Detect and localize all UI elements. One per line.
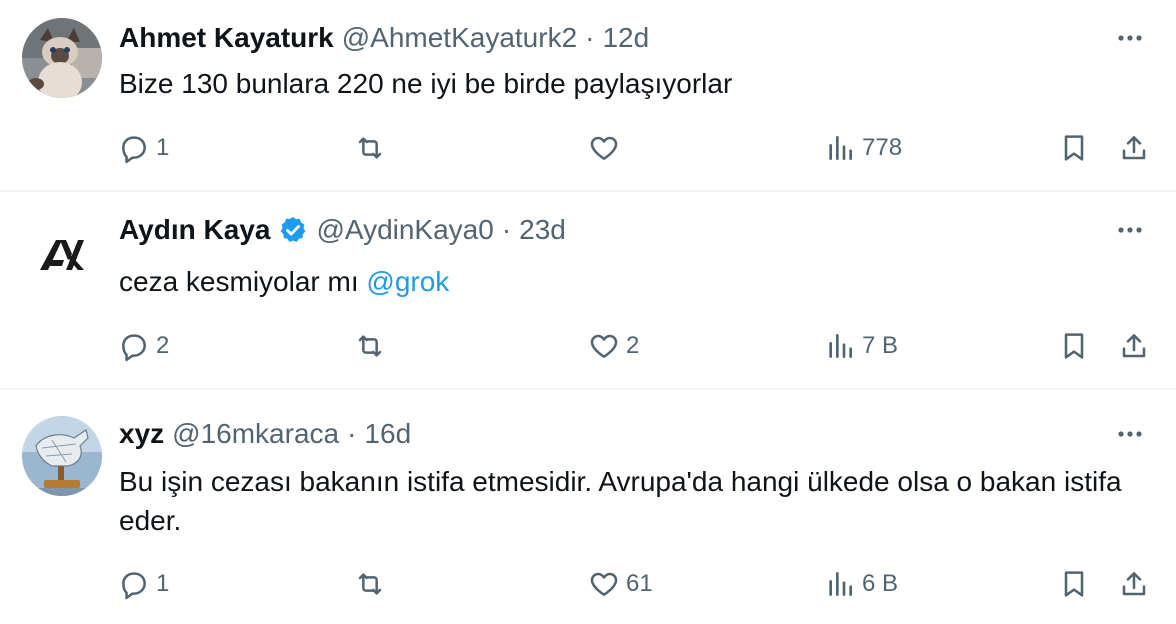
cat-avatar-icon xyxy=(22,18,102,98)
action-bar: 1 61 6 B xyxy=(0,564,1176,604)
separator-dot: · xyxy=(585,22,595,53)
separator-dot: · xyxy=(501,214,512,245)
more-icon xyxy=(1118,227,1142,233)
like-count: 2 xyxy=(626,332,640,359)
avatar[interactable] xyxy=(22,416,102,496)
reply-button[interactable]: 1 xyxy=(118,564,169,604)
analytics-icon xyxy=(829,334,852,358)
analytics-icon xyxy=(829,572,852,596)
tweet[interactable]: xyz @16mkaraca · 16d Bu işin cezası baka… xyxy=(0,390,1176,624)
retweet-button[interactable] xyxy=(354,128,392,168)
heart-icon xyxy=(590,572,618,596)
analytics-icon xyxy=(829,136,852,160)
share-button[interactable] xyxy=(1118,128,1150,168)
reply-button[interactable]: 1 xyxy=(118,128,169,168)
tweet-header: Ahmet Kayaturk @AhmetKayaturk2 · 12d xyxy=(119,20,649,56)
tweet-text: Bu işin cezası bakanın istifa etmesidir.… xyxy=(119,462,1159,540)
bookmark-icon xyxy=(1064,571,1084,597)
tweet[interactable]: Aydın Kaya @AydinKaya0 · 23d ceza kesmiy… xyxy=(0,192,1176,390)
bookmark-button[interactable] xyxy=(1058,564,1090,604)
retweet-icon xyxy=(358,137,382,159)
heart-icon xyxy=(590,136,618,160)
timestamp[interactable]: 16d xyxy=(364,418,411,450)
horse-sculpture-avatar-icon xyxy=(22,416,102,496)
share-button[interactable] xyxy=(1118,326,1150,366)
more-icon xyxy=(1118,35,1142,41)
more-icon xyxy=(1118,431,1142,437)
tweet-header: Aydın Kaya @AydinKaya0 · 23d xyxy=(119,212,566,248)
share-icon xyxy=(1122,334,1146,358)
reply-icon xyxy=(122,136,146,164)
timestamp[interactable]: 12d xyxy=(602,22,649,54)
view-count: 7 B xyxy=(862,332,899,359)
author-name[interactable]: Aydın Kaya xyxy=(119,214,270,246)
more-options-button[interactable] xyxy=(1112,212,1148,248)
reply-count: 2 xyxy=(156,332,170,359)
mention-link[interactable]: @grok xyxy=(366,266,449,297)
bookmark-icon xyxy=(1064,135,1084,161)
like-button[interactable] xyxy=(588,128,626,168)
like-button[interactable]: 61 xyxy=(588,564,653,604)
author-handle[interactable]: @16mkaraca xyxy=(172,418,339,450)
verified-badge-icon[interactable] xyxy=(278,215,308,245)
separator-dot: · xyxy=(347,418,357,449)
author-name[interactable]: Ahmet Kayaturk xyxy=(119,22,334,54)
share-icon xyxy=(1122,136,1146,160)
like-count: 61 xyxy=(626,570,653,597)
action-bar: 2 2 7 B xyxy=(0,326,1176,366)
share-button[interactable] xyxy=(1118,564,1150,604)
avatar[interactable] xyxy=(22,18,102,98)
views-button[interactable]: 778 xyxy=(824,128,902,168)
views-button[interactable]: 6 B xyxy=(824,564,898,604)
more-options-button[interactable] xyxy=(1112,416,1148,452)
avatar[interactable] xyxy=(22,214,102,294)
retweet-icon xyxy=(358,335,382,357)
retweet-icon xyxy=(358,573,382,595)
tweet-text-content: Bu işin cezası bakanın istifa etmesidir.… xyxy=(119,466,1122,536)
author-handle[interactable]: @AhmetKayaturk2 xyxy=(342,22,577,54)
tweet-text-content: ceza kesmiyolar mı xyxy=(119,266,367,297)
view-count: 6 B xyxy=(862,570,899,597)
reply-icon xyxy=(122,334,146,362)
reply-count: 1 xyxy=(156,134,170,161)
reply-count: 1 xyxy=(156,570,170,597)
bookmark-button[interactable] xyxy=(1058,128,1090,168)
bookmark-button[interactable] xyxy=(1058,326,1090,366)
tweet[interactable]: Ahmet Kayaturk @AhmetKayaturk2 · 12d Biz… xyxy=(0,0,1176,192)
timestamp[interactable]: 23d xyxy=(519,214,566,246)
tweet-text: Bize 130 bunlara 220 ne iyi be birde pay… xyxy=(119,64,1159,103)
ak-logo-avatar-icon xyxy=(22,214,102,294)
tweet-text: ceza kesmiyolar mı @grok xyxy=(119,262,1159,301)
bookmark-icon xyxy=(1064,333,1084,359)
like-button[interactable]: 2 xyxy=(588,326,639,366)
reply-feed: Ahmet Kayaturk @AhmetKayaturk2 · 12d Biz… xyxy=(0,0,1176,624)
share-icon xyxy=(1122,572,1146,596)
reply-button[interactable]: 2 xyxy=(118,326,169,366)
tweet-text-content: Bize 130 bunlara 220 ne iyi be birde pay… xyxy=(119,68,733,99)
heart-icon xyxy=(590,334,618,358)
more-options-button[interactable] xyxy=(1112,20,1148,56)
reply-icon xyxy=(122,572,146,600)
action-bar: 1 778 xyxy=(0,128,1176,168)
retweet-button[interactable] xyxy=(354,326,392,366)
author-name[interactable]: xyz xyxy=(119,418,164,450)
retweet-button[interactable] xyxy=(354,564,392,604)
tweet-header: xyz @16mkaraca · 16d xyxy=(119,416,411,452)
author-handle[interactable]: @AydinKaya0 xyxy=(316,214,493,246)
views-button[interactable]: 7 B xyxy=(824,326,898,366)
view-count: 778 xyxy=(862,134,903,161)
